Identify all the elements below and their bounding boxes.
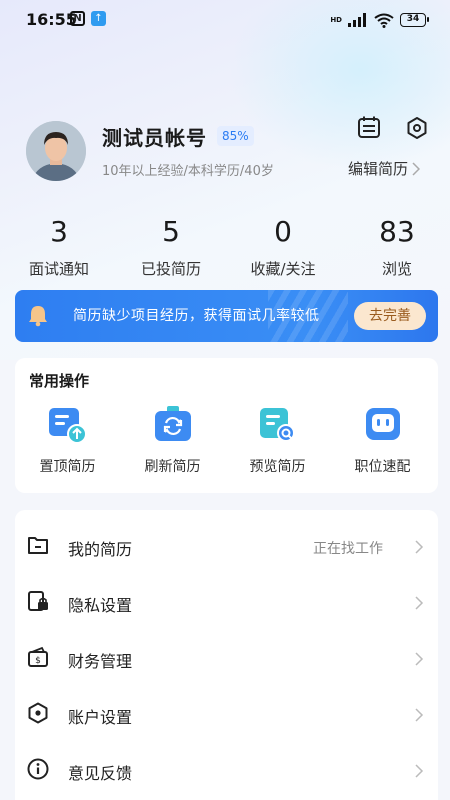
resume-completeness-badge: 85% xyxy=(217,126,254,146)
quick-actions-title: 常用操作 xyxy=(29,372,90,390)
chevron-right-icon xyxy=(412,161,421,176)
status-indicators: HD 34 xyxy=(330,10,429,30)
preview-resume-button[interactable]: 预览简历 xyxy=(225,404,330,476)
wifi-icon xyxy=(374,13,394,28)
stat-label: 收藏/关注 xyxy=(250,260,316,278)
job-match-label: 职位速配 xyxy=(354,459,411,475)
quick-actions-card: 常用操作 置顶简历 刷新简历 预览简历 职位速配 xyxy=(15,358,438,493)
stat-value: 83 xyxy=(379,215,415,248)
calendar-icon[interactable] xyxy=(357,115,381,139)
folder-icon xyxy=(28,537,48,554)
menu-item-account-settings[interactable]: 账户设置 xyxy=(15,686,438,742)
pin-resume-label: 置顶简历 xyxy=(39,459,96,475)
menu-item-label: 账户设置 xyxy=(68,708,133,727)
job-status-value: 正在找工作 xyxy=(313,541,383,557)
menu-item-label: 财务管理 xyxy=(68,652,133,671)
menu-item-finance[interactable]: $ 财务管理 xyxy=(15,630,438,686)
edit-resume-link[interactable]: 编辑简历 xyxy=(348,158,421,179)
stat-label: 浏览 xyxy=(381,260,412,278)
info-icon xyxy=(27,758,49,780)
chevron-right-icon xyxy=(415,708,424,722)
privacy-lock-icon xyxy=(28,591,48,611)
settings-icon[interactable] xyxy=(406,116,428,140)
hd-label: HD xyxy=(330,15,342,24)
chevron-right-icon xyxy=(415,652,424,666)
chevron-right-icon xyxy=(415,596,424,610)
stat-label: 面试通知 xyxy=(28,260,89,278)
profile-meta: 10年以上经验/本科学历/40岁 xyxy=(102,164,274,179)
hexagon-settings-icon xyxy=(28,702,48,724)
job-match-icon xyxy=(365,408,400,440)
job-match-button[interactable]: 职位速配 xyxy=(330,404,435,476)
refresh-resume-label: 刷新简历 xyxy=(144,459,201,475)
refresh-resume-button[interactable]: 刷新简历 xyxy=(120,404,225,476)
preview-resume-icon xyxy=(259,408,295,442)
stat-interview-notices[interactable]: 3 面试通知 xyxy=(4,212,114,279)
chevron-right-icon xyxy=(415,540,424,554)
status-bar: 16:55 N ↑ HD 34 xyxy=(0,0,450,40)
edit-resume-label: 编辑简历 xyxy=(348,160,409,178)
profile-name: 测试员帐号 xyxy=(102,126,207,150)
stats-row: 3 面试通知 5 已投简历 0 收藏/关注 83 浏览 xyxy=(0,212,450,288)
banner-text: 简历缺少项目经历，获得面试几率较低 xyxy=(73,308,320,324)
signal-icon xyxy=(348,13,366,27)
preview-resume-label: 预览简历 xyxy=(249,459,306,475)
pin-resume-icon xyxy=(48,408,87,444)
wallet-icon: $ xyxy=(28,646,48,667)
battery-icon: 34 xyxy=(400,13,429,27)
svg-text:$: $ xyxy=(35,656,41,666)
bell-icon xyxy=(29,306,47,327)
chevron-right-icon xyxy=(415,764,424,778)
pin-resume-button[interactable]: 置顶简历 xyxy=(15,404,120,476)
menu-item-label: 意见反馈 xyxy=(68,764,133,783)
refresh-resume-icon xyxy=(154,406,191,441)
menu-item-label: 我的简历 xyxy=(68,540,133,559)
avatar-image xyxy=(26,121,86,181)
notification-n-icon: N xyxy=(70,11,85,26)
menu-item-privacy[interactable]: 隐私设置 xyxy=(15,574,438,630)
menu-item-label: 隐私设置 xyxy=(68,596,133,615)
stat-value: 0 xyxy=(274,215,292,248)
stat-value: 3 xyxy=(50,215,68,248)
stat-label: 已投简历 xyxy=(140,260,201,278)
stat-applied-resumes[interactable]: 5 已投简历 xyxy=(116,212,226,279)
resume-tip-banner[interactable]: 简历缺少项目经历，获得面试几率较低 去完善 xyxy=(15,290,438,342)
menu-item-feedback[interactable]: 意见反馈 xyxy=(15,742,438,798)
stat-favorites[interactable]: 0 收藏/关注 xyxy=(228,212,338,279)
menu-list: 我的简历 正在找工作 隐私设置 $ 财务管理 账户设置 意见反馈 xyxy=(15,510,438,800)
stat-views[interactable]: 83 浏览 xyxy=(342,212,450,279)
notification-upload-icon: ↑ xyxy=(91,11,106,26)
avatar[interactable] xyxy=(26,121,86,181)
stat-value: 5 xyxy=(162,215,180,248)
menu-item-my-resume[interactable]: 我的简历 正在找工作 xyxy=(15,518,438,574)
improve-resume-button[interactable]: 去完善 xyxy=(354,302,426,330)
